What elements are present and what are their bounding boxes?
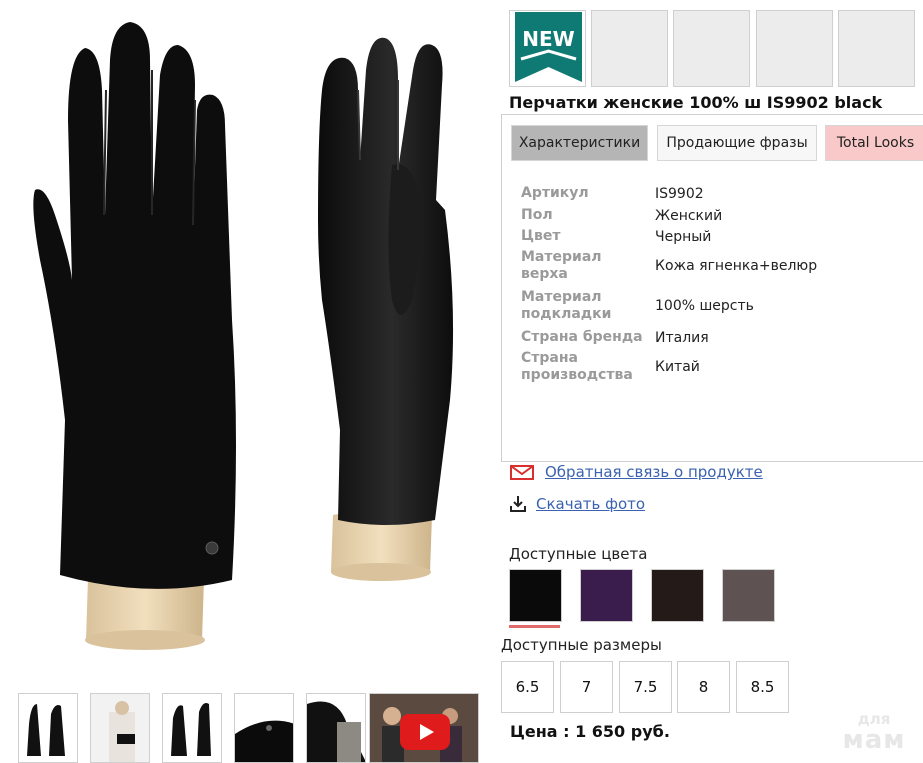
spec-value: Китай	[655, 359, 700, 375]
size-option[interactable]: 7.5	[619, 661, 672, 713]
spec-row: Пол Женский	[521, 207, 921, 224]
product-info-panel: Характеристики Продающие фразы Total Loo…	[501, 114, 923, 462]
size-option[interactable]: 7	[560, 661, 613, 713]
badge-placeholder-2	[673, 10, 750, 87]
size-option[interactable]: 8	[677, 661, 730, 713]
thumbnail-video[interactable]	[369, 693, 479, 763]
spec-key: Материал подкладки	[521, 289, 612, 322]
product-price: Цена : 1 650 руб.	[510, 722, 670, 741]
spec-row: Страна производства Китай	[521, 350, 921, 384]
spec-row: Цвет Черный	[521, 228, 921, 245]
spec-key: Страна бренда	[521, 329, 643, 345]
spec-key: Материал верха	[521, 249, 602, 282]
product-main-photo[interactable]	[0, 0, 500, 680]
color-swatch-brown[interactable]	[651, 569, 704, 622]
spec-key: Цвет	[521, 228, 561, 244]
download-link-row[interactable]: Скачать фото	[510, 495, 645, 513]
tab-characteristics[interactable]: Характеристики	[511, 125, 648, 161]
tab-selling-phrases[interactable]: Продающие фразы	[657, 125, 817, 161]
spec-value: Кожа ягненка+велюр	[655, 258, 818, 274]
tab-total-looks[interactable]: Total Looks	[825, 125, 923, 161]
spec-key: Страна производства	[521, 350, 633, 383]
mail-icon	[510, 465, 534, 480]
thumbnail-2[interactable]	[90, 693, 150, 763]
spec-value: Италия	[655, 329, 709, 346]
download-photo-link[interactable]: Скачать фото	[536, 495, 645, 513]
spec-row: Артикул IS9902	[521, 185, 921, 202]
spec-row: Материал верха Кожа ягненка+велюр	[521, 249, 921, 283]
badge-placeholder-4	[838, 10, 915, 87]
site-watermark: для мам	[836, 712, 912, 755]
color-swatch-purple[interactable]	[580, 569, 633, 622]
product-title: Перчатки женские 100% ш IS9902 black	[509, 93, 883, 112]
play-icon[interactable]	[400, 714, 450, 750]
feedback-link-row[interactable]: Обратная связь о продукте	[510, 463, 763, 481]
badge-row: NEW	[509, 10, 923, 87]
spec-row: Страна бренда Италия	[521, 329, 921, 346]
thumbnail-4[interactable]	[234, 693, 294, 763]
colors-label: Доступные цвета	[509, 545, 648, 563]
color-swatch-grey[interactable]	[722, 569, 775, 622]
glove-pair-illustration	[33, 22, 454, 650]
thumbnail-strip	[18, 693, 488, 763]
thumbnail-3[interactable]	[162, 693, 222, 763]
feedback-link[interactable]: Обратная связь о продукте	[545, 463, 763, 481]
size-option[interactable]: 8.5	[736, 661, 789, 713]
new-badge-label: NEW	[522, 27, 575, 51]
sizes-label: Доступные размеры	[501, 636, 662, 654]
spec-key: Пол	[521, 207, 553, 223]
spec-key: Артикул	[521, 185, 589, 201]
color-swatch-black[interactable]	[509, 569, 562, 622]
badge-placeholder-3	[756, 10, 833, 87]
spec-value: Женский	[655, 207, 723, 224]
selected-color-indicator	[509, 625, 560, 628]
thumbnail-1[interactable]	[18, 693, 78, 763]
spec-value: 100% шерсть	[655, 298, 754, 314]
download-icon	[510, 496, 526, 512]
thumbnail-5[interactable]	[306, 693, 366, 763]
new-badge: NEW	[509, 10, 586, 87]
spec-row: Материал подкладки 100% шерсть	[521, 289, 921, 323]
watermark-line-2: мам	[842, 725, 906, 755]
spec-value: Черный	[655, 228, 712, 245]
badge-placeholder-1	[591, 10, 668, 87]
size-option[interactable]: 6.5	[501, 661, 554, 713]
spec-value: IS9902	[655, 185, 704, 202]
